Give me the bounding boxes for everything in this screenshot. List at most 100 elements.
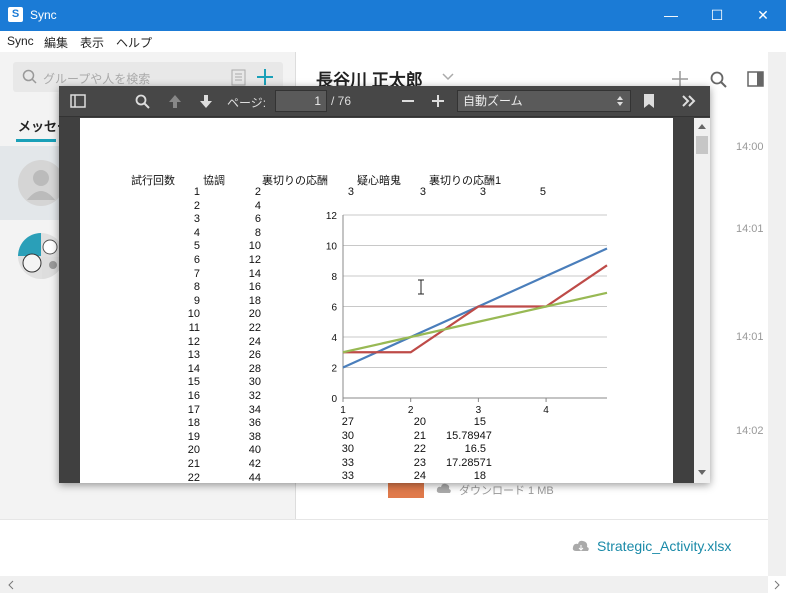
x-tick-label: 2	[408, 405, 414, 416]
menu-help[interactable]: ヘルプ	[116, 34, 152, 51]
cloud-download-icon[interactable]	[436, 482, 452, 494]
table-cell: 16	[248, 281, 261, 294]
page-label: ページ:	[227, 96, 267, 110]
pdf-scrollbar[interactable]	[694, 118, 710, 483]
bookmark-icon[interactable]	[643, 93, 655, 109]
scroll-right-icon[interactable]	[772, 580, 782, 590]
avatar	[18, 160, 64, 206]
table-cell: 24	[413, 470, 426, 483]
horizontal-scrollbar[interactable]	[0, 576, 768, 593]
download-label[interactable]: ダウンロード 1 MB	[459, 482, 554, 498]
table-cell: 12	[187, 335, 200, 348]
table-cell: 2	[193, 199, 200, 212]
table-cell: 18	[473, 470, 486, 483]
select-arrows-icon	[617, 96, 623, 106]
y-tick-label: 4	[331, 333, 337, 344]
tab-indicator	[16, 139, 56, 142]
table-cell: 8	[193, 281, 200, 294]
table-cell: 36	[248, 417, 261, 430]
zoom-in-icon[interactable]	[431, 94, 445, 108]
table-cell: 34	[248, 403, 261, 416]
group-avatar	[18, 233, 64, 279]
vertical-scrollbar[interactable]	[768, 52, 786, 576]
table-cell: 28	[248, 362, 261, 375]
table-cell: 11	[188, 322, 200, 334]
table-cell: 21	[413, 429, 426, 442]
pdf-scroll-thumb[interactable]	[696, 136, 708, 154]
series-line-3	[342, 291, 608, 354]
y-tick-label: 8	[331, 272, 337, 283]
table-cell: 19	[187, 430, 200, 443]
panel-toggle-icon[interactable]	[747, 71, 764, 87]
next-page-icon[interactable]	[198, 93, 214, 109]
window-title: Sync	[30, 8, 57, 22]
table-cell: 2	[254, 186, 261, 198]
table-cell: 17.28571	[446, 456, 492, 469]
page-number-input[interactable]: 1	[275, 90, 327, 112]
table-cell: 20	[187, 444, 200, 457]
table-cell: 30	[248, 376, 261, 389]
file-link[interactable]: Strategic_Activity.xlsx	[597, 538, 731, 554]
table-cell: 13	[187, 349, 200, 362]
menu-view[interactable]: 表示	[80, 34, 104, 51]
table-cell: 6	[254, 213, 261, 226]
table-cell: 30	[341, 429, 354, 442]
table-cell: 21	[187, 458, 200, 470]
table-cell: 32	[248, 390, 261, 402]
zoom-out-icon[interactable]	[401, 95, 415, 107]
chevron-down-icon[interactable]	[442, 73, 454, 81]
y-tick-label: 12	[326, 211, 338, 222]
table-cell: 22	[248, 322, 261, 334]
table-cell: 7	[193, 267, 200, 280]
menu-bar: Sync 編集 表示 ヘルプ	[0, 31, 786, 52]
add-icon[interactable]	[256, 68, 274, 86]
table-cell: 4	[193, 226, 200, 239]
minimize-button[interactable]: —	[648, 0, 694, 31]
cloud-download-icon[interactable]	[572, 539, 590, 553]
directory-icon[interactable]	[231, 69, 247, 86]
page-total: / 76	[331, 94, 352, 108]
search-icon	[22, 69, 37, 84]
table-cell: 42	[248, 458, 261, 470]
table-cell: 33	[341, 470, 354, 483]
table-cell: 23	[413, 456, 426, 469]
app-icon: S	[8, 7, 23, 22]
x-tick-label: 4	[543, 405, 549, 416]
message-time: 14:02	[736, 425, 764, 437]
zoom-select[interactable]: 自動ズーム	[457, 90, 631, 112]
table-cell: 10	[248, 240, 261, 253]
text-cursor-icon	[418, 279, 424, 295]
previous-page-icon[interactable]	[167, 93, 183, 109]
find-icon[interactable]	[135, 94, 150, 109]
x-tick-label: 1	[340, 405, 346, 416]
menu-sync[interactable]: Sync	[7, 34, 34, 48]
scroll-left-icon[interactable]	[7, 580, 15, 590]
search-placeholder: グループや人を検索	[43, 72, 151, 86]
message-time: 14:01	[736, 223, 764, 235]
table-cell: 14	[187, 362, 200, 375]
table-cell: 22	[187, 471, 200, 484]
scroll-up-icon[interactable]	[698, 123, 706, 129]
table-cell: 17	[187, 403, 200, 416]
menu-edit[interactable]: 編集	[44, 34, 68, 51]
message-time: 14:00	[736, 141, 764, 153]
maximize-button[interactable]: ☐	[694, 0, 740, 31]
close-button[interactable]: ✕	[740, 0, 786, 31]
x-tick-label: 3	[476, 405, 482, 416]
table-cell: 5	[193, 240, 200, 253]
table-cell: 15	[187, 376, 200, 389]
zoom-value: 自動ズーム	[463, 94, 523, 108]
table-cell: 9	[193, 294, 200, 307]
table-cell: 6	[193, 254, 200, 266]
table-cell: 24	[248, 335, 261, 348]
scroll-down-icon[interactable]	[698, 470, 706, 476]
y-tick-label: 0	[331, 394, 337, 405]
table-cell: 38	[248, 430, 261, 443]
tools-menu-icon[interactable]	[681, 94, 697, 108]
table-cell: 22	[413, 443, 426, 456]
sidebar-toggle-icon[interactable]	[70, 94, 86, 108]
search-icon[interactable]	[710, 71, 727, 88]
table-cell: 18	[187, 417, 200, 430]
table-cell: 16	[187, 390, 200, 402]
table-cell: 20	[248, 308, 261, 321]
